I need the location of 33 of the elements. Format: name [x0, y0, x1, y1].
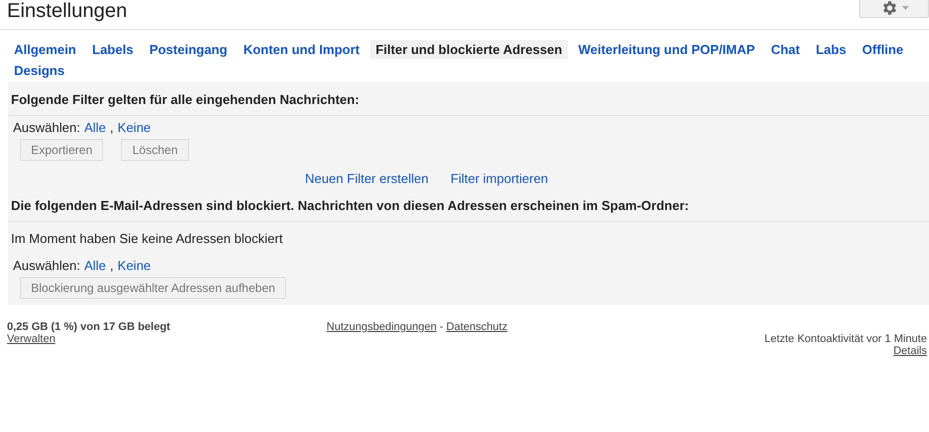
filter-link[interactable]: Neuen Filter erstellen [304, 171, 429, 186]
select-none-link[interactable]: Keine [118, 258, 151, 273]
settings-tab[interactable]: Posteingang [143, 40, 234, 59]
separator: - [440, 321, 444, 333]
settings-tab[interactable]: Konten und Import [237, 40, 366, 59]
settings-button[interactable] [859, 0, 929, 18]
details-link[interactable]: Details [893, 345, 927, 357]
storage-usage: 0,25 GB (1 %) von 17 GB belegt [7, 321, 170, 333]
terms-link[interactable]: Nutzungsbedingungen [326, 321, 437, 333]
empty-message: Im Moment haben Sie keine Adressen blockiert [11, 231, 283, 246]
settings-tab[interactable]: Offline [856, 40, 910, 59]
select-none-link[interactable]: Keine [118, 120, 151, 135]
section-heading: Die folgenden E-Mail-Adressen sind blockiert. Nachrichten von diesen Adressen erscheinen im Spam-Ordner: [8, 186, 929, 222]
settings-tab[interactable]: Designs [8, 61, 71, 80]
comma: , [110, 258, 114, 273]
filter-link[interactable]: Filter importieren [450, 171, 548, 186]
last-activity: Letzte Kontoaktivität vor 1 Minute [764, 333, 927, 345]
settings-tab[interactable]: Chat [764, 40, 806, 59]
settings-tab[interactable]: Filter und blockierte Adressen [370, 40, 568, 59]
caret-icon [902, 6, 908, 10]
select-label: Auswählen: [13, 258, 80, 273]
section-heading: Folgende Filter gelten für alle eingehenden Nachrichten: [8, 82, 929, 116]
settings-tab[interactable]: Weiterleitung und POP/IMAP [572, 40, 761, 59]
select-all-link[interactable]: Alle [84, 120, 106, 135]
manage-link[interactable]: Verwalten [7, 333, 56, 345]
page-title: Einstellungen [7, 0, 128, 22]
select-all-link[interactable]: Alle [84, 258, 106, 273]
settings-tab[interactable]: Labs [810, 40, 852, 59]
select-label: Auswählen: [13, 120, 80, 135]
privacy-link[interactable]: Datenschutz [446, 321, 508, 333]
settings-tab[interactable]: Allgemein [8, 40, 82, 59]
settings-tab[interactable]: Labels [86, 40, 140, 59]
comma: , [110, 120, 114, 135]
